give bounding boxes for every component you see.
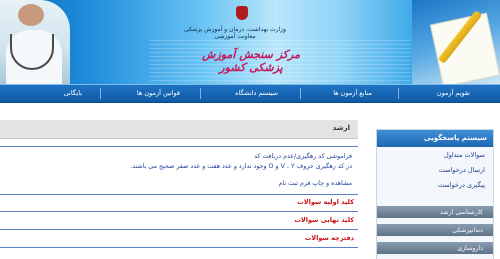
doctor-head [18,4,44,26]
center-title: مرکز سنجش آموزش پزشکی کشور [202,48,300,74]
site-banner: وزارت بهداشت، درمان و آموزش پزشکی معاونت… [0,0,500,84]
pen-and-paper-illustration [412,0,500,84]
ministry-line-2: معاونت آموزشی [214,33,256,40]
sidebar-item-dentistry[interactable]: دندانپزشکی [377,224,493,237]
divider [0,146,358,147]
divider [0,247,358,248]
sidebar-link-track-request[interactable]: پیگیری درخواست [438,181,485,189]
ministry-name: وزارت بهداشت، درمان و آموزش پزشکی معاونت… [180,26,290,40]
sidebar-item-pharmacy[interactable]: داروسازی [377,242,493,255]
divider [0,229,358,230]
final-answer-key-link[interactable]: کلید نهایی سوالات [294,216,354,224]
tracking-code-link[interactable]: فراموشی کد رهگیری/عدم دریافت کد [22,153,352,160]
main-nav: تقویم آزمون منابع آزمون ها سیستم دانشگاه… [0,84,500,103]
sidebar-title: سیستم پاسخگویی [377,130,493,147]
nav-separator [200,88,201,99]
support-sidebar: سیستم پاسخگویی سوالات متداول ارسال درخوا… [376,129,494,259]
question-booklet-link[interactable]: دفترچه سوالات [305,234,354,242]
nav-item-exam-resources[interactable]: منابع آزمون ها [333,85,372,102]
nav-item-archive[interactable]: بایگانی [64,85,82,102]
nav-item-university-system[interactable]: سیستم دانشگاه [235,85,278,102]
divider [0,211,358,212]
ministry-line-1: وزارت بهداشت، درمان و آموزش پزشکی [183,26,287,33]
nav-separator [100,88,101,99]
iran-emblem-icon [236,6,248,20]
sidebar-item-masters[interactable]: کارشناسی ارشد [377,206,493,219]
section-header: ارشد [0,120,358,139]
nav-separator [300,88,301,99]
section-title: ارشد [332,124,350,132]
nav-separator [398,88,399,99]
nav-item-exam-calendar[interactable]: تقویم آزمون [437,85,470,102]
sidebar-link-faq[interactable]: سوالات متداول [444,151,485,159]
tracking-code-note: در کد رهگیری حروف V ، Y و O وجود ندارد و… [130,163,352,170]
initial-answer-key-link[interactable]: کلید اولیه سوالات [297,198,354,206]
sidebar-link-send-request[interactable]: ارسال درخواست [439,166,485,174]
divider [0,194,358,195]
nav-item-exam-rules[interactable]: قوانین آزمون ها [137,85,180,102]
doctor-illustration [0,0,70,84]
view-print-form-link[interactable]: مشاهده و چاپ فرم ثبت نام [22,180,352,187]
